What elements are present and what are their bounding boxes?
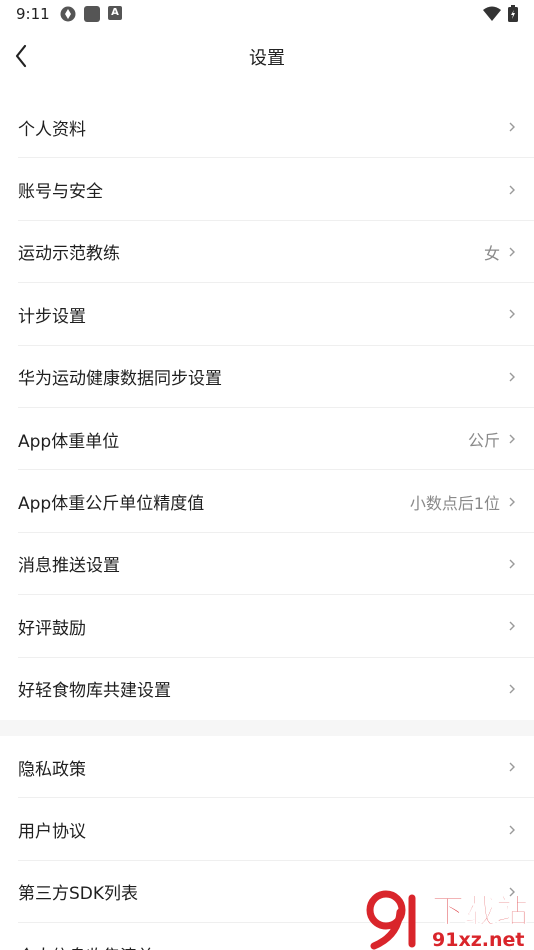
watermark-logo: 下载站 91xz.net <box>366 890 529 950</box>
chevron-right-icon <box>509 762 515 772</box>
settings-row-weight-unit[interactable]: App体重单位 公斤 <box>0 408 534 471</box>
chevron-right-icon <box>509 372 515 382</box>
row-label: 消息推送设置 <box>18 556 120 577</box>
watermark-domain: 91xz.net <box>432 929 524 950</box>
chevron-right-icon <box>509 247 515 257</box>
chevron-right-icon <box>509 559 515 569</box>
settings-row-rate-app[interactable]: 好评鼓励 <box>0 595 534 658</box>
page-title: 设置 <box>249 48 285 69</box>
chevron-right-icon <box>509 434 515 444</box>
section-divider <box>0 720 534 736</box>
row-value: 公斤 <box>467 431 500 451</box>
settings-row-huawei-sync[interactable]: 华为运动健康数据同步设置 <box>0 346 534 409</box>
settings-row-food-library[interactable]: 好轻食物库共建设置 <box>0 658 534 720</box>
row-label: 用户协议 <box>18 822 86 843</box>
settings-row-account-security[interactable]: 账号与安全 <box>0 158 534 222</box>
notification-square-icon <box>84 6 100 22</box>
chevron-right-icon <box>509 185 515 195</box>
app-header: 设置 <box>0 28 534 84</box>
row-label: 账号与安全 <box>18 182 103 203</box>
chevron-right-icon <box>509 825 515 835</box>
battery-charging-icon <box>508 5 518 22</box>
watermark-brand: 下载站 <box>432 892 528 930</box>
row-label: App体重单位 <box>18 431 120 452</box>
status-time: 9:11 <box>16 5 50 23</box>
settings-row-profile[interactable]: 个人资料 <box>0 96 534 159</box>
settings-row-step-counter[interactable]: 计步设置 <box>0 283 534 346</box>
settings-row-push-notifications[interactable]: 消息推送设置 <box>0 533 534 596</box>
status-bar: 9:11 A <box>0 0 534 28</box>
aperture-icon <box>60 6 76 22</box>
chevron-right-icon <box>509 621 515 631</box>
chevron-right-icon <box>509 684 515 694</box>
row-label: 隐私政策 <box>18 759 86 780</box>
row-value: 女 <box>483 243 500 263</box>
chevron-right-icon <box>509 309 515 319</box>
settings-row-privacy-policy[interactable]: 隐私政策 <box>0 736 534 799</box>
settings-row-coach[interactable]: 运动示范教练 女 <box>0 221 534 284</box>
font-a-icon: A <box>108 6 122 20</box>
row-label: 华为运动健康数据同步设置 <box>18 369 222 390</box>
row-label: App体重公斤单位精度值 <box>18 494 205 515</box>
row-value: 小数点后1位 <box>409 493 500 513</box>
wifi-icon <box>483 6 501 21</box>
row-label: 好轻食物库共建设置 <box>18 681 171 702</box>
row-label: 好评鼓励 <box>18 618 86 639</box>
row-label: 运动示范教练 <box>18 244 120 265</box>
chevron-right-icon <box>509 497 515 507</box>
settings-row-user-agreement[interactable]: 用户协议 <box>0 798 534 862</box>
settings-screen: 9:11 A 设置 个人资料 账号与安全 运动示范教练 女 计步设置 华为运动健… <box>0 0 534 950</box>
settings-row-weight-precision[interactable]: App体重公斤单位精度值 小数点后1位 <box>0 470 534 534</box>
chevron-right-icon <box>509 122 515 132</box>
row-label: 个人资料 <box>18 119 86 140</box>
watermark-91-icon <box>366 890 416 950</box>
row-label: 计步设置 <box>18 306 86 327</box>
settings-list-main: 个人资料 账号与安全 运动示范教练 女 计步设置 华为运动健康数据同步设置 Ap… <box>0 96 534 720</box>
